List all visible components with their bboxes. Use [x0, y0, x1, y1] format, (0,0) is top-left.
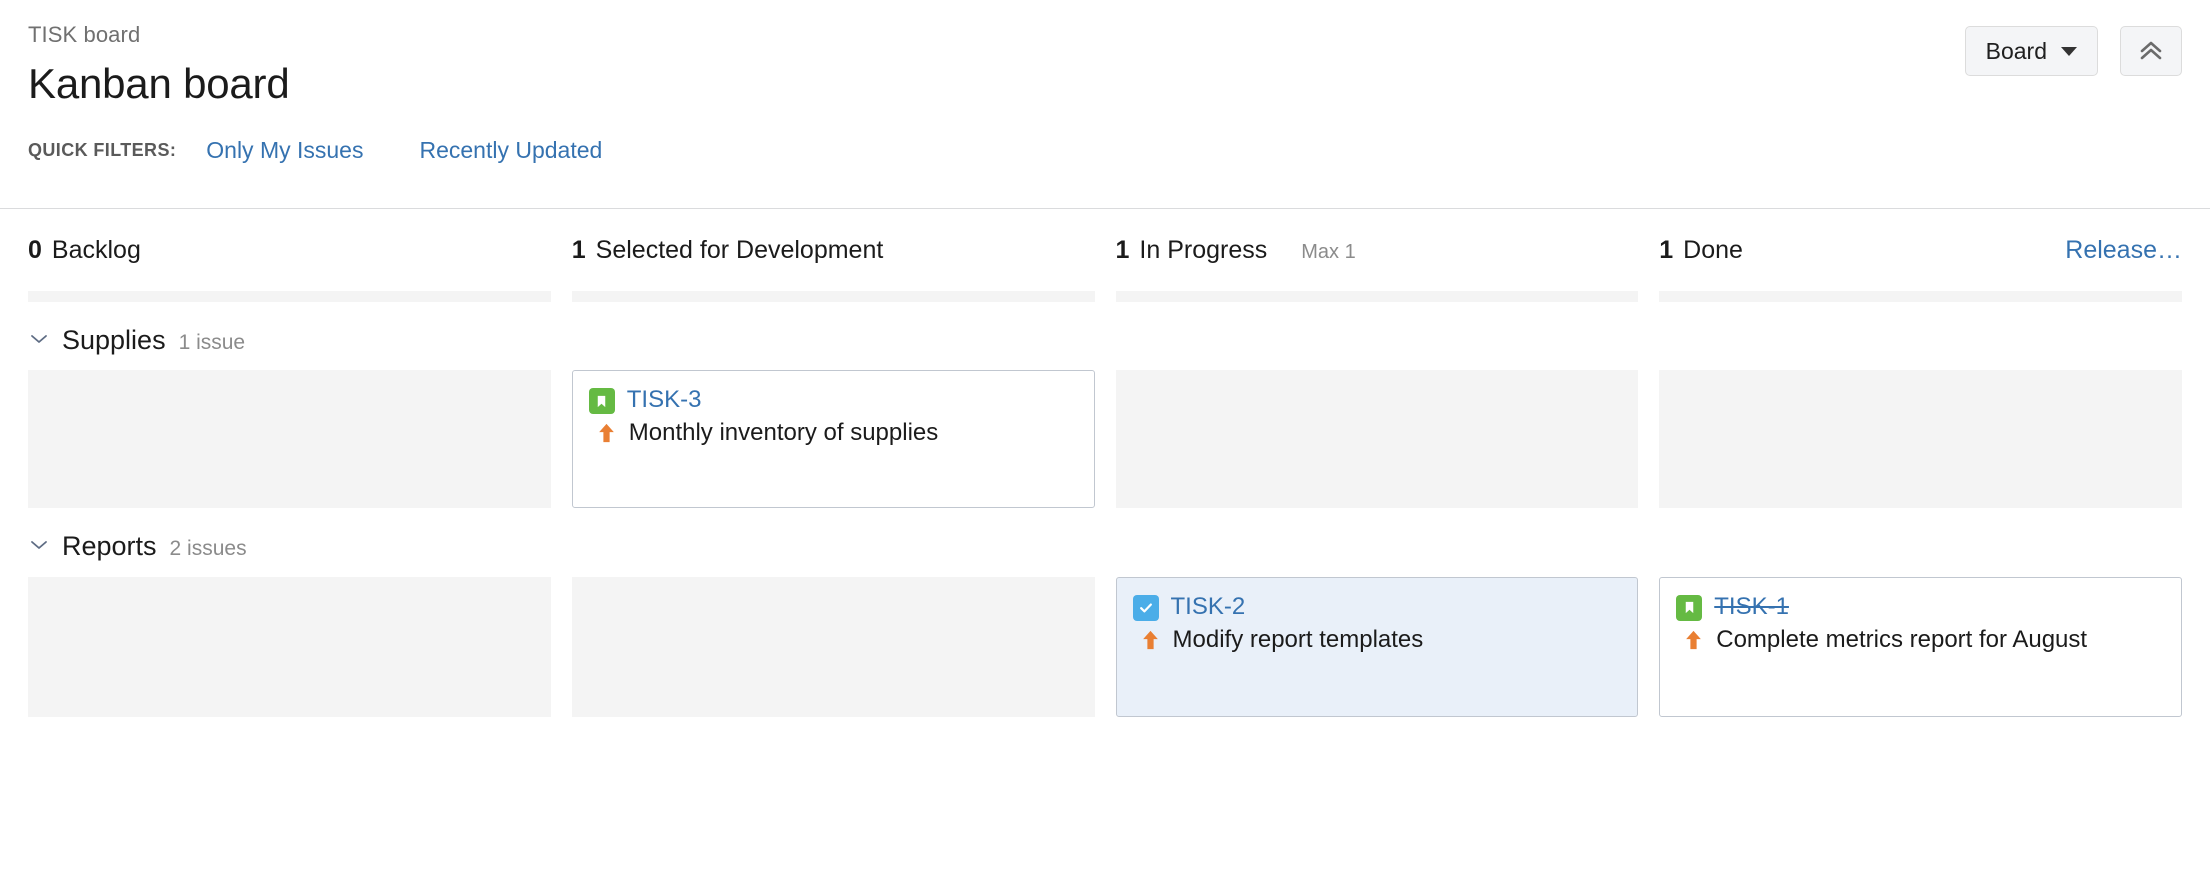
column-count: 0 [28, 235, 42, 265]
quick-filter-recently-updated[interactable]: Recently Updated [419, 137, 602, 165]
swimlane-issue-count: 2 issues [170, 537, 247, 561]
column-strip [28, 291, 551, 302]
issue-key[interactable]: TISK-3 [620, 385, 702, 415]
page-title: Kanban board [28, 60, 2182, 108]
issue-summary: Monthly inventory of supplies [622, 417, 939, 449]
column-name: Done [1683, 235, 1743, 265]
collapse-header-button[interactable] [2120, 26, 2182, 76]
swimlane-header-supplies[interactable]: Supplies 1 issue [28, 302, 2182, 370]
column-name: Backlog [52, 235, 141, 265]
column-name: Selected for Development [596, 235, 884, 265]
column-count: 1 [1659, 235, 1673, 265]
quick-filters-label: QUICK FILTERS: [28, 140, 176, 161]
cell-supplies-in-progress[interactable] [1116, 370, 1639, 508]
swimlane-header-reports[interactable]: Reports 2 issues [28, 508, 2182, 576]
quick-filter-only-my-issues[interactable]: Only My Issues [206, 137, 363, 165]
column-header-done[interactable]: 1 Done Release… [1659, 235, 2182, 302]
column-header-backlog[interactable]: 0 Backlog [28, 235, 551, 302]
double-chevron-up-icon [2138, 39, 2164, 63]
chevron-down-icon [2061, 47, 2077, 56]
swimlane-row-reports: TISK-2 Modify report templates [28, 577, 2182, 717]
story-icon [1676, 592, 1707, 621]
header-actions: Board [1965, 26, 2182, 76]
breadcrumb[interactable]: TISK board [28, 22, 2182, 48]
issue-summary: Complete metrics report for August [1709, 624, 2087, 656]
issue-card-tisk-3[interactable]: TISK-3 Monthly inventory of supplies [572, 370, 1095, 508]
chevron-down-icon[interactable] [28, 538, 50, 552]
column-count: 1 [572, 235, 586, 265]
cell-reports-in-progress[interactable]: TISK-2 Modify report templates [1116, 577, 1639, 717]
column-header-in-progress[interactable]: 1 In Progress Max 1 [1116, 235, 1639, 302]
column-max-constraint: Max 1 [1301, 240, 1355, 264]
column-name: In Progress [1139, 235, 1267, 265]
column-count: 1 [1116, 235, 1130, 265]
task-icon [1133, 592, 1164, 621]
cell-supplies-done[interactable] [1659, 370, 2182, 508]
board-dropdown-button[interactable]: Board [1965, 26, 2098, 76]
swimlane-name: Reports [62, 530, 157, 562]
issue-summary: Modify report templates [1166, 624, 1424, 656]
quick-filters-bar: QUICK FILTERS: Only My Issues Recently U… [28, 137, 2182, 165]
swimlane-issue-count: 1 issue [179, 331, 246, 355]
swimlane-name: Supplies [62, 324, 166, 356]
board-header: TISK board Kanban board QUICK FILTERS: O… [0, 0, 2210, 208]
cell-reports-selected-for-development[interactable] [572, 577, 1095, 717]
priority-major-up-icon [1676, 624, 1709, 651]
story-icon [589, 385, 620, 414]
column-strip [1116, 291, 1639, 302]
issue-key[interactable]: TISK-1 [1707, 592, 1789, 622]
cell-supplies-backlog[interactable] [28, 370, 551, 508]
issue-key[interactable]: TISK-2 [1164, 592, 1246, 622]
priority-major-up-icon [1133, 624, 1166, 651]
column-strip [572, 291, 1095, 302]
cell-supplies-selected-for-development[interactable]: TISK-3 Monthly inventory of supplies [572, 370, 1095, 508]
priority-major-up-icon [589, 417, 622, 444]
issue-card-tisk-1[interactable]: TISK-1 Complete metrics report for Augus… [1659, 577, 2182, 717]
chevron-down-icon[interactable] [28, 332, 50, 346]
cell-reports-backlog[interactable] [28, 577, 551, 717]
board-columns-header: 0 Backlog 1 Selected for Development 1 I… [28, 209, 2182, 302]
issue-card-tisk-2[interactable]: TISK-2 Modify report templates [1116, 577, 1639, 717]
column-header-selected-for-development[interactable]: 1 Selected for Development [572, 235, 1095, 302]
board-dropdown-label: Board [1986, 38, 2047, 65]
cell-reports-done[interactable]: TISK-1 Complete metrics report for Augus… [1659, 577, 2182, 717]
swimlane-row-supplies: TISK-3 Monthly inventory of supplies [28, 370, 2182, 508]
kanban-board: 0 Backlog 1 Selected for Development 1 I… [0, 209, 2210, 717]
release-link[interactable]: Release… [2055, 235, 2182, 265]
column-strip [1659, 291, 2182, 302]
